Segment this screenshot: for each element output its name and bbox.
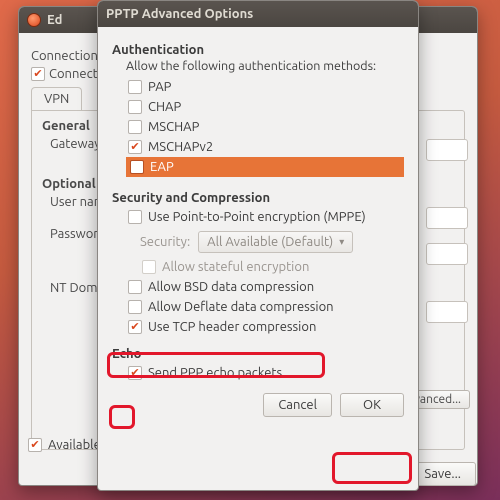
tab-vpn[interactable]: VPN [31, 87, 82, 110]
deflate-row[interactable]: Allow Deflate data compression [126, 297, 404, 317]
auth-methods-list: PAP CHAP MSCHAP MSCHAPv2 EAP [126, 77, 404, 177]
pptp-advanced-dialog: PPTP Advanced Options Authentication All… [97, 0, 419, 491]
auth-mschap-row[interactable]: MSCHAP [126, 117, 404, 137]
edit-window-title: Ed [47, 13, 62, 27]
auth-mschapv2-checkbox[interactable] [128, 140, 142, 154]
echo-section-head: Echo [112, 347, 404, 361]
auth-mschap-label: MSCHAP [148, 120, 199, 134]
auth-pap-checkbox[interactable] [128, 80, 142, 94]
bsd-row[interactable]: Allow BSD data compression [126, 277, 404, 297]
nt-domain-input[interactable] [426, 301, 468, 323]
auth-eap-checkbox[interactable] [130, 160, 144, 174]
auth-eap-row[interactable]: EAP [126, 157, 404, 177]
echo-row[interactable]: Send PPP echo packets [126, 363, 404, 383]
pptp-title: PPTP Advanced Options [106, 7, 410, 21]
mppe-checkbox[interactable] [128, 210, 142, 224]
stateful-checkbox [142, 260, 156, 274]
chevron-down-icon: ▾ [339, 236, 344, 248]
cancel-button[interactable]: Cancel [263, 393, 332, 417]
close-icon[interactable] [27, 13, 41, 27]
auth-mschapv2-row[interactable]: MSCHAPv2 [126, 137, 404, 157]
tcp-label: Use TCP header compression [148, 320, 316, 334]
auth-pap-label: PAP [148, 80, 171, 94]
auth-mschapv2-label: MSCHAPv2 [148, 140, 213, 154]
pptp-titlebar: PPTP Advanced Options [98, 1, 418, 27]
tcp-checkbox[interactable] [128, 320, 142, 334]
mppe-row[interactable]: Use Point-to-Point encryption (MPPE) [126, 207, 404, 227]
ok-button[interactable]: OK [340, 393, 404, 417]
stateful-label: Allow stateful encryption [162, 260, 309, 274]
available-checkbox[interactable] [28, 438, 42, 452]
echo-checkbox[interactable] [128, 366, 142, 380]
tcp-row[interactable]: Use TCP header compression [126, 317, 404, 337]
deflate-checkbox[interactable] [128, 300, 142, 314]
auth-mschap-checkbox[interactable] [128, 120, 142, 134]
auth-section-head: Authentication [112, 43, 404, 57]
auth-pap-row[interactable]: PAP [126, 77, 404, 97]
mppe-label: Use Point-to-Point encryption (MPPE) [148, 210, 366, 224]
auth-eap-label: EAP [150, 160, 174, 174]
auth-chap-row[interactable]: CHAP [126, 97, 404, 117]
security-value: All Available (Default) [207, 235, 333, 249]
auth-chap-label: CHAP [148, 100, 181, 114]
security-combo: All Available (Default) ▾ [198, 231, 353, 253]
auth-chap-checkbox[interactable] [128, 100, 142, 114]
deflate-label: Allow Deflate data compression [148, 300, 334, 314]
gateway-input[interactable] [426, 139, 468, 161]
sec-section-head: Security and Compression [112, 191, 404, 205]
stateful-row: Allow stateful encryption [140, 257, 404, 277]
save-button[interactable]: Save... [409, 462, 476, 486]
auth-subtext: Allow the following authentication metho… [126, 59, 404, 73]
bsd-checkbox[interactable] [128, 280, 142, 294]
username-input[interactable] [426, 207, 468, 229]
connect-auto-checkbox[interactable] [31, 67, 45, 81]
bsd-label: Allow BSD data compression [148, 280, 314, 294]
password-input[interactable] [426, 243, 468, 265]
security-label: Security: [140, 235, 190, 249]
echo-label: Send PPP echo packets [148, 366, 282, 380]
